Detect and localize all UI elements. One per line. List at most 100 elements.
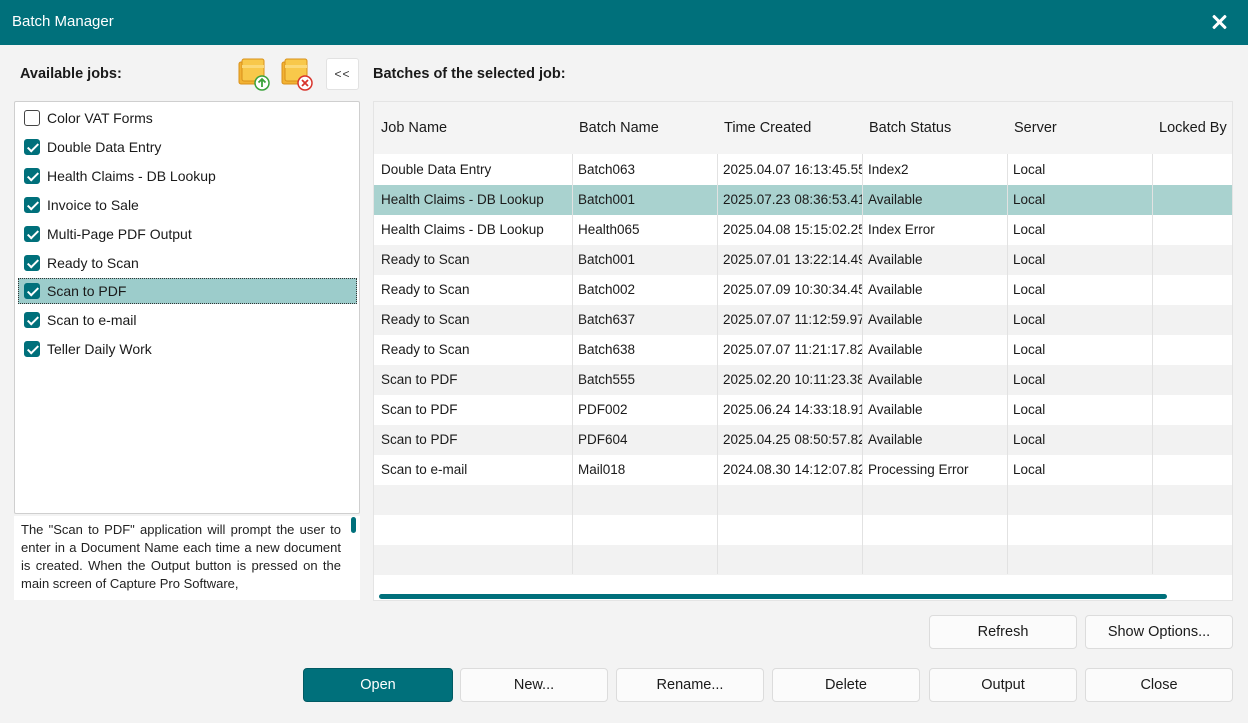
close-icon[interactable] xyxy=(1208,11,1230,33)
table-row[interactable]: Scan to e-mail Mail018 2024.08.30 14:12:07… xyxy=(374,455,1232,485)
job-item-ready-to-scan[interactable]: Ready to Scan xyxy=(18,250,357,276)
table-row[interactable]: Scan to PDF Batch555 2025.02.20 10:11:23.3… xyxy=(374,365,1232,395)
table-cell: 2024.08.30 14:12:07.823 xyxy=(723,462,863,477)
column-header-batch-status[interactable]: Batch Status xyxy=(869,120,951,136)
open-button[interactable]: Open xyxy=(303,668,453,702)
table-header: Job Name Batch Name Time Created Batch S… xyxy=(374,102,1232,154)
table-cell: PDF604 xyxy=(578,432,628,447)
delete-button[interactable]: Delete xyxy=(772,668,920,702)
job-item-scan-to-pdf[interactable]: Scan to PDF xyxy=(18,278,357,304)
table-cell: Local xyxy=(1013,282,1046,297)
table-cell: 2025.06.24 14:33:18.913 xyxy=(723,402,863,417)
job-item-color-vat-forms[interactable]: Color VAT Forms xyxy=(18,105,357,131)
table-cell: Local xyxy=(1013,462,1046,477)
table-cell: 2025.04.08 15:15:02.257 xyxy=(723,222,863,237)
job-item-multi-page-pdf-output[interactable]: Multi-Page PDF Output xyxy=(18,221,357,247)
output-button[interactable]: Output xyxy=(929,668,1077,702)
table-cell: Available xyxy=(868,372,923,387)
window-title: Batch Manager xyxy=(12,13,114,30)
job-label: Ready to Scan xyxy=(47,255,139,271)
empty-row xyxy=(374,515,1232,545)
job-checkbox[interactable] xyxy=(24,283,40,299)
collapse-panel-button[interactable]: << xyxy=(326,58,359,90)
table-cell: Local xyxy=(1013,162,1046,177)
job-label: Color VAT Forms xyxy=(47,110,153,126)
close-button[interactable]: Close xyxy=(1085,668,1233,702)
column-divider xyxy=(717,154,718,574)
refresh-button[interactable]: Refresh xyxy=(929,615,1077,649)
job-checkbox[interactable] xyxy=(24,255,40,271)
job-checkbox[interactable] xyxy=(24,110,40,126)
description-scrollbar[interactable] xyxy=(351,517,356,533)
table-cell: Batch555 xyxy=(578,372,636,387)
job-item-invoice-to-sale[interactable]: Invoice to Sale xyxy=(18,192,357,218)
job-item-scan-to-email[interactable]: Scan to e-mail xyxy=(18,307,357,333)
table-cell: Available xyxy=(868,432,923,447)
table-cell: Batch637 xyxy=(578,312,636,327)
job-checkbox[interactable] xyxy=(24,226,40,242)
job-checkbox[interactable] xyxy=(24,341,40,357)
table-cell: Scan to PDF xyxy=(381,372,458,387)
table-cell: Ready to Scan xyxy=(381,282,470,297)
column-header-batch-name[interactable]: Batch Name xyxy=(579,120,659,136)
column-divider xyxy=(862,154,863,574)
title-bar: Batch Manager xyxy=(0,0,1248,45)
show-options-button[interactable]: Show Options... xyxy=(1085,615,1233,649)
table-cell: 2025.07.09 10:30:34.457 xyxy=(723,282,863,297)
column-header-locked-by[interactable]: Locked By xyxy=(1159,120,1227,136)
import-job-icon[interactable] xyxy=(236,56,272,92)
empty-row xyxy=(374,545,1232,575)
batches-label: Batches of the selected job: xyxy=(373,66,566,82)
column-header-job-name[interactable]: Job Name xyxy=(381,120,447,136)
table-row[interactable]: Health Claims - DB Lookup Health065 2025.0… xyxy=(374,215,1232,245)
table-cell: Ready to Scan xyxy=(381,252,470,267)
table-cell: Health Claims - DB Lookup xyxy=(381,192,544,207)
table-row[interactable]: Ready to Scan Batch638 2025.07.07 11:21:17… xyxy=(374,335,1232,365)
job-item-health-claims[interactable]: Health Claims - DB Lookup xyxy=(18,163,357,189)
rename-button[interactable]: Rename... xyxy=(616,668,764,702)
table-cell: Batch638 xyxy=(578,342,636,357)
table-cell: Mail018 xyxy=(578,462,626,477)
job-label: Multi-Page PDF Output xyxy=(47,226,192,242)
job-label: Teller Daily Work xyxy=(47,341,152,357)
table-cell: Local xyxy=(1013,252,1046,267)
job-label: Scan to PDF xyxy=(47,283,127,299)
job-checkbox[interactable] xyxy=(24,168,40,184)
table-cell: 2025.02.20 10:11:23.387 xyxy=(723,372,863,387)
available-jobs-list: Color VAT Forms Double Data Entry Health… xyxy=(14,101,360,514)
table-cell: Scan to PDF xyxy=(381,432,458,447)
table-cell: Local xyxy=(1013,222,1046,237)
table-cell: Local xyxy=(1013,432,1046,447)
remove-job-icon[interactable] xyxy=(279,56,315,92)
table-cell: Ready to Scan xyxy=(381,312,470,327)
table-row[interactable]: Scan to PDF PDF604 2025.04.25 08:50:57.824… xyxy=(374,425,1232,455)
table-row[interactable]: Scan to PDF PDF002 2025.06.24 14:33:18.913… xyxy=(374,395,1232,425)
job-label: Double Data Entry xyxy=(47,139,162,155)
batches-table: Job Name Batch Name Time Created Batch S… xyxy=(373,101,1233,601)
table-row[interactable]: Health Claims - DB Lookup Batch001 2025.07… xyxy=(374,185,1232,215)
column-header-server[interactable]: Server xyxy=(1014,120,1057,136)
table-cell: Available xyxy=(868,192,923,207)
job-label: Health Claims - DB Lookup xyxy=(47,168,216,184)
table-row[interactable]: Double Data Entry Batch063 2025.04.07 16:1… xyxy=(374,155,1232,185)
job-item-double-data-entry[interactable]: Double Data Entry xyxy=(18,134,357,160)
table-cell: Scan to e-mail xyxy=(381,462,468,477)
horizontal-scrollbar[interactable] xyxy=(379,594,1167,599)
new-button[interactable]: New... xyxy=(460,668,608,702)
table-cell: PDF002 xyxy=(578,402,628,417)
table-cell: Local xyxy=(1013,402,1046,417)
table-cell: 2025.07.01 13:22:14.494 xyxy=(723,252,863,267)
table-row[interactable]: Ready to Scan Batch002 2025.07.09 10:30:34… xyxy=(374,275,1232,305)
table-cell: Local xyxy=(1013,342,1046,357)
job-item-teller-daily-work[interactable]: Teller Daily Work xyxy=(18,336,357,362)
job-label: Invoice to Sale xyxy=(47,197,139,213)
job-checkbox[interactable] xyxy=(24,197,40,213)
job-checkbox[interactable] xyxy=(24,139,40,155)
table-cell: Local xyxy=(1013,372,1046,387)
table-row[interactable]: Ready to Scan Batch001 2025.07.01 13:22:14… xyxy=(374,245,1232,275)
column-header-time-created[interactable]: Time Created xyxy=(724,120,811,136)
column-divider xyxy=(572,154,573,574)
table-row[interactable]: Ready to Scan Batch637 2025.07.07 11:12:59… xyxy=(374,305,1232,335)
table-cell: Available xyxy=(868,282,923,297)
job-checkbox[interactable] xyxy=(24,312,40,328)
